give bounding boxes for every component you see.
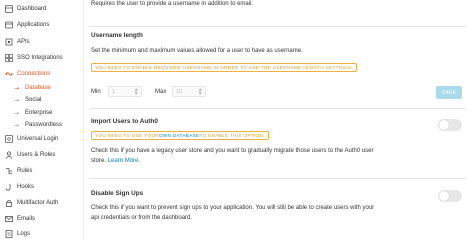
sidebar-item-sso-integrations[interactable]: SSO Integrations [0,52,63,64]
sidebar-subitem-label: Database [25,85,51,91]
import-users-description-line2: store. Learn More. [91,158,140,164]
sso-icon [5,54,13,62]
apis-icon [5,38,13,46]
emails-icon [5,215,13,223]
sidebar-item-label: Users & Roles [17,152,56,158]
rules-icon [5,167,13,175]
sidebar-item-dashboard[interactable]: Dashboard [0,3,46,15]
learn-more-link[interactable]: Learn More. [108,158,140,164]
sidebar-item-label: Multifactor Auth [17,200,59,206]
sidebar-subitem-label: Social [25,97,42,103]
max-length-input[interactable]: 15 ▲ ▼ [172,86,206,97]
applications-icon [5,21,13,29]
warning-text: YOU NEED TO USE YOUR [95,133,159,138]
sidebar-subitem-enterprise[interactable]: → Enterprise [14,108,52,118]
sidebar-item-users-roles[interactable]: Users & Roles [0,149,55,161]
divider [90,178,466,179]
arrow-right-icon: → [14,84,20,92]
sidebar-item-label: Connections [17,71,51,77]
max-label: Max [155,89,167,95]
sidebar-item-hooks[interactable]: Hooks [0,181,34,193]
username-length-warning: YOU NEED TO ENABLE REQUIRED USERNAME IN … [91,63,358,72]
username-length-description: Set the minimum and maximum values allow… [91,48,303,54]
toggle-knob [439,120,449,130]
sidebar-item-label: Universal Login [17,136,59,142]
sidebar-item-logs[interactable]: Logs [0,228,30,240]
save-button-label: SAVE [441,89,457,96]
sidebar-item-rules[interactable]: Rules [0,165,32,177]
username-length-title: Username length [91,32,143,39]
requires-username-description: Requires the user to provide a username … [91,1,254,7]
users-icon [5,151,13,159]
save-button[interactable]: SAVE [436,86,462,99]
disable-signups-description-line2: api credentials or from the dashboard. [91,215,193,221]
sidebar-item-emails[interactable]: Emails [0,213,35,225]
min-length-input[interactable]: 1 ▲ ▼ [108,86,142,97]
sidebar-subitem-label: Enterprise [25,110,53,116]
arrow-right-icon: → [14,109,20,117]
universal-login-icon [5,135,13,143]
sidebar-item-label: SSO Integrations [17,55,63,61]
import-users-toggle[interactable] [438,119,462,131]
hooks-icon [5,183,13,191]
toggle-knob [439,191,449,201]
disable-signups-toggle[interactable] [438,190,462,202]
sidebar-item-label: Emails [17,216,36,222]
sidebar: Dashboard Applications APIs SSO Integrat… [0,0,84,240]
sidebar-item-multifactor-auth[interactable]: Multifactor Auth [0,197,58,209]
own-database-link[interactable]: OWN DATABASE [159,133,200,138]
min-label: Min [91,89,101,95]
import-users-description: Check this if you have a legacy user sto… [91,148,374,154]
sidebar-subitem-social[interactable]: → Social [14,95,41,105]
import-users-title: Import Users to Auth0 [91,118,158,125]
sidebar-item-universal-login[interactable]: Universal Login [0,133,58,145]
stepper-arrows-icon[interactable]: ▲ ▼ [134,87,139,97]
description-text: store. [91,158,108,164]
sidebar-item-label: Logs [17,231,31,237]
sidebar-item-applications[interactable]: Applications [0,19,49,31]
sidebar-item-connections[interactable]: Connections [0,68,50,80]
connection-settings-panel: Requires the user to provide a username … [84,0,474,240]
sidebar-item-label: Rules [17,168,33,174]
logs-icon [5,230,13,238]
arrow-right-icon: → [14,96,20,104]
sidebar-subitem-passwordless[interactable]: → Passwordless [14,120,62,130]
min-length-value: 1 [112,88,116,95]
max-length-value: 15 [176,88,183,95]
sidebar-item-label: APIs [17,39,30,45]
sidebar-item-apis[interactable]: APIs [0,36,30,48]
sidebar-item-label: Hooks [17,184,35,190]
disable-signups-description: Check this if you want to prevent sign u… [91,205,375,211]
stepper-arrows-icon[interactable]: ▲ ▼ [198,87,203,97]
sidebar-subitem-label: Passwordless [25,122,63,128]
mfa-icon [5,199,13,207]
sidebar-subitem-database[interactable]: → Database [14,83,51,93]
warning-text: YOU NEED TO ENABLE REQUIRED USERNAME IN … [95,65,354,70]
divider [90,26,466,27]
warning-text: TO ENABLE THIS OPTION. [199,133,265,138]
dashboard-icon [5,5,13,13]
divider [90,108,466,109]
arrow-right-icon: → [14,121,20,129]
sidebar-item-label: Dashboard [17,6,47,12]
disable-signups-title: Disable Sign Ups [91,190,144,197]
connections-icon [5,70,13,78]
import-users-warning: YOU NEED TO USE YOUR OWN DATABASE TO ENA… [91,131,269,140]
sidebar-item-label: Applications [17,22,50,28]
